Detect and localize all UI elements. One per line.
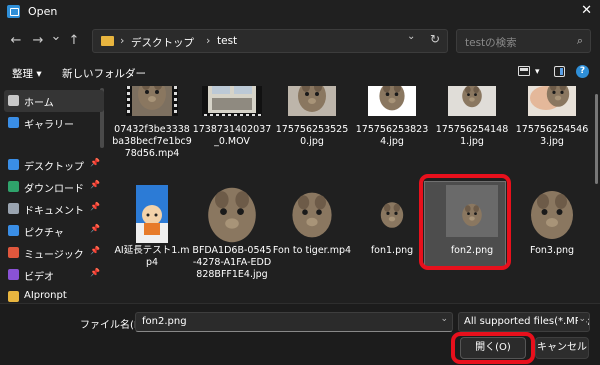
file-thumbnail: [282, 185, 342, 243]
sidebar-item-label: ドキュメント: [24, 206, 84, 217]
pin-icon: 📌: [90, 202, 100, 211]
file-list-scrollbar[interactable]: [595, 86, 599, 296]
view-mode-icon[interactable]: [518, 66, 530, 76]
pin-icon: 📌: [90, 180, 100, 189]
sidebar-item-label: ビデオ: [24, 272, 54, 283]
folder-icon: [101, 36, 114, 46]
file-item[interactable]: AI延長テスト1.mp4: [112, 181, 192, 281]
close-icon[interactable]: ✕: [581, 3, 592, 18]
pin-icon: 📌: [90, 268, 100, 277]
desktop-icon: [8, 159, 19, 170]
breadcrumb-test[interactable]: test: [217, 35, 237, 47]
videos-icon: [8, 269, 19, 280]
new-folder-button[interactable]: 新しいフォルダー: [62, 66, 146, 81]
command-bar: 整理 ▾ 新しいフォルダー ▾ ?: [0, 58, 600, 86]
sidebar-item-label: ピクチャ: [24, 228, 64, 239]
file-name: 1757562545463.jpg: [515, 124, 589, 147]
preview-pane-icon[interactable]: [554, 66, 565, 77]
view-dropdown-icon[interactable]: ▾: [535, 67, 540, 77]
file-name: 1738731402037_0.MOV: [192, 124, 272, 147]
pictures-icon: [8, 225, 19, 236]
annotation-highlight-box: [451, 332, 535, 364]
address-dropdown-icon[interactable]: ⌄: [407, 31, 415, 42]
search-input[interactable]: testの検索 ⌕: [456, 29, 591, 53]
file-name: 07432f3be3338ba38becf7e1bc978d56.mp4: [112, 124, 192, 159]
address-bar[interactable]: › デスクトップ › test: [92, 29, 448, 53]
pin-icon: 📌: [90, 158, 100, 167]
help-icon[interactable]: ?: [576, 65, 589, 78]
sidebar-item[interactable]: ビデオ 📌: [4, 264, 104, 286]
folder-icon: [8, 291, 19, 302]
sidebar-item[interactable]: ドキュメント 📌: [4, 198, 104, 220]
sidebar-item-label: ホーム: [24, 98, 54, 109]
sidebar-item[interactable]: ホーム: [4, 90, 104, 112]
title-bar: Open ✕: [0, 0, 600, 24]
music-icon: [8, 247, 19, 258]
file-item[interactable]: 07432f3be3338ba38becf7e1bc978d56.mp4: [112, 86, 192, 186]
home-icon: [8, 95, 19, 106]
file-item[interactable]: 1757562538234.jpg: [352, 86, 432, 186]
breadcrumb-separator-icon: ›: [120, 34, 125, 47]
sidebar-item-label: ダウンロード: [24, 184, 84, 195]
filename-value: fon2.png: [142, 316, 187, 327]
search-placeholder: testの検索: [465, 37, 517, 49]
cancel-button[interactable]: キャンセル: [535, 337, 589, 359]
file-item[interactable]: 1757562545463.jpg: [512, 86, 592, 186]
file-name: BFDA1D6B-0545-4278-A1FA-EDD828BFF1E4.jpg: [192, 245, 272, 280]
breadcrumb-separator-icon: ›: [206, 34, 211, 47]
sidebar-item[interactable]: ミュージック 📌: [4, 242, 104, 264]
file-item[interactable]: 1738731402037_0.MOV: [192, 86, 272, 186]
refresh-icon[interactable]: ↻: [430, 32, 440, 46]
app-icon: [7, 5, 20, 18]
sidebar-item[interactable]: ギャラリー: [4, 112, 104, 134]
dialog-footer: ファイル名(N): fon2.png ⌄ All supported files…: [0, 303, 600, 365]
filename-input[interactable]: fon2.png ⌄: [135, 312, 453, 332]
sidebar-item[interactable]: デスクトップ 📌: [4, 154, 104, 176]
search-icon: ⌕: [576, 34, 583, 47]
filetype-select[interactable]: All supported files(*.MP4;* ⌄: [458, 312, 590, 332]
pin-icon: 📌: [90, 246, 100, 255]
gallery-icon: [8, 117, 19, 128]
sidebar-item[interactable]: ダウンロード 📌: [4, 176, 104, 198]
forward-arrow-icon[interactable]: →: [30, 33, 46, 48]
sidebar-item[interactable]: ピクチャ 📌: [4, 220, 104, 242]
window-title: Open: [28, 5, 58, 18]
file-item[interactable]: BFDA1D6B-0545-4278-A1FA-EDD828BFF1E4.jpg: [192, 181, 272, 281]
file-name: 1757562535250.jpg: [275, 124, 349, 147]
file-name: 1757562541481.jpg: [435, 124, 509, 147]
file-item[interactable]: 1757562541481.jpg: [432, 86, 512, 186]
annotation-highlight-box: [419, 174, 511, 270]
file-list: 07432f3be3338ba38becf7e1bc978d56.mp4 173…: [108, 86, 600, 303]
breadcrumb-desktop[interactable]: デスクトップ: [131, 35, 194, 50]
navigation-bar: ← → ⌄ ↑ › デスクトップ › test ⌄ ↻ testの検索 ⌕: [0, 24, 600, 58]
file-thumbnail: [202, 185, 262, 243]
file-name: Fon to tiger.mp4: [272, 245, 352, 256]
sidebar-item-label: ミュージック: [24, 250, 84, 261]
file-thumbnail: [522, 185, 582, 243]
file-thumbnail: [362, 185, 422, 243]
file-item[interactable]: 1757562535250.jpg: [272, 86, 352, 186]
file-name: 1757562538234.jpg: [355, 124, 429, 147]
sidebar-item-label: AIpronpt: [24, 290, 67, 301]
recent-locations-chevron-icon[interactable]: ⌄: [48, 29, 64, 44]
filetype-value: All supported files(*.MP4;*: [464, 316, 590, 327]
file-item[interactable]: Fon3.png: [512, 181, 592, 281]
up-arrow-icon[interactable]: ↑: [66, 33, 82, 48]
download-icon: [8, 181, 19, 192]
file-item[interactable]: Fon to tiger.mp4: [272, 181, 352, 281]
navigation-pane: ホーム ギャラリー デスクトップ 📌 ダウンロード 📌 ドキュメント 📌 ピクチャ 📌 ミュージック…: [0, 86, 107, 303]
file-name: AI延長テスト1.mp4: [114, 245, 190, 268]
filetype-dropdown-icon: ⌄: [578, 314, 586, 324]
organize-button[interactable]: 整理 ▾: [12, 66, 42, 81]
pin-icon: 📌: [90, 224, 100, 233]
file-thumbnail: [122, 185, 182, 243]
filename-dropdown-icon[interactable]: ⌄: [440, 314, 448, 324]
sidebar-item-label: デスクトップ: [24, 162, 84, 173]
sidebar-item-label: ギャラリー: [24, 120, 74, 131]
back-arrow-icon[interactable]: ←: [8, 33, 24, 48]
documents-icon: [8, 203, 19, 214]
file-name: Fon3.png: [529, 245, 575, 256]
